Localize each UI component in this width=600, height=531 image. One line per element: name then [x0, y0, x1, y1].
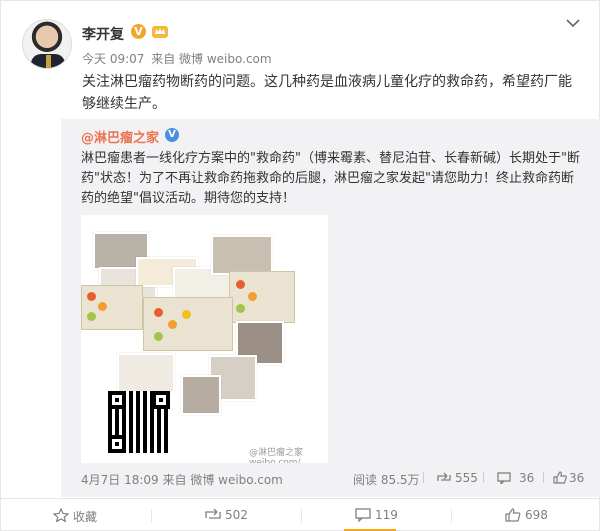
post-source[interactable]: 来自 微博 weibo.com: [151, 52, 271, 66]
repost-text: 淋巴瘤患者一线化疗方案中的"救命药"（博来霉素、替尼泊苷、长春新碱）长期处于"断…: [81, 151, 580, 206]
share-icon[interactable]: [437, 472, 451, 484]
star-icon: [53, 508, 69, 522]
collage-photo: [181, 375, 221, 415]
weibo-post: 李开复 V 今天 09:07 来自 微博 weibo.com 关注淋巴瘤药物断药…: [0, 0, 600, 531]
divider: [423, 472, 424, 483]
crown-icon[interactable]: [151, 23, 169, 39]
repost-date[interactable]: 4月7日 18:09: [81, 473, 159, 487]
comment-count: 119: [375, 508, 398, 522]
qr-finder: [152, 391, 170, 409]
repost-count: 502: [225, 508, 248, 522]
comment-icon[interactable]: [497, 472, 511, 484]
repost-reads: 阅读 85.5万: [353, 473, 420, 487]
thumbs-up-icon[interactable]: [553, 471, 567, 484]
chevron-down-icon[interactable]: [566, 18, 580, 28]
share-icon: [205, 508, 221, 519]
qr-finder: [108, 391, 126, 409]
comment-button[interactable]: 119: [301, 499, 451, 531]
repost-meta: 4月7日 18:09 来自 微博 weibo.com: [81, 471, 283, 488]
repost-comment-count[interactable]: 36: [519, 471, 534, 485]
post-timestamp[interactable]: 今天 09:07: [82, 52, 144, 66]
repost-author[interactable]: @淋巴瘤之家: [81, 127, 159, 146]
collage-photo: [211, 235, 273, 275]
divider: [483, 472, 484, 483]
action-toolbar: 收藏 502 119 698: [1, 499, 600, 531]
thumbs-up-icon: [505, 508, 521, 522]
post-meta: 今天 09:07 来自 微博 weibo.com: [82, 50, 275, 67]
collage-banner: [143, 297, 233, 351]
collage-photo: [117, 353, 175, 393]
v-badge-icon[interactable]: V: [131, 24, 146, 39]
comment-icon: [355, 508, 371, 522]
collage-banner: [81, 285, 143, 330]
repost-repost-count[interactable]: 555: [455, 471, 478, 485]
v-badge-icon[interactable]: V: [165, 128, 179, 142]
author-name[interactable]: 李开复: [82, 24, 124, 44]
repost-source[interactable]: 来自 微博 weibo.com: [163, 473, 283, 487]
favorite-label: 收藏: [73, 510, 98, 524]
post-text: 关注淋巴瘤药物断药的问题。这几种药是血液病儿童化疗的救命药，希望药厂能够继续生产…: [82, 74, 572, 112]
avatar[interactable]: [22, 19, 72, 69]
collage-banner: [229, 271, 295, 323]
avatar-tie: [46, 55, 51, 68]
repost-image[interactable]: @淋巴瘤之家 weibo.com/...: [81, 215, 328, 463]
repost-button[interactable]: 502: [151, 499, 301, 531]
favorite-button[interactable]: 收藏: [1, 499, 151, 531]
divider: [543, 472, 544, 483]
like-button[interactable]: 698: [451, 499, 600, 531]
like-count: 698: [525, 508, 548, 522]
repost-like-count[interactable]: 36: [569, 471, 584, 485]
qr-finder: [108, 435, 126, 453]
image-watermark: @淋巴瘤之家 weibo.com/...: [249, 448, 310, 463]
repost-card: @淋巴瘤之家 V 淋巴瘤患者一线化疗方案中的"救命药"（博来霉素、替尼泊苷、长春…: [61, 119, 600, 497]
